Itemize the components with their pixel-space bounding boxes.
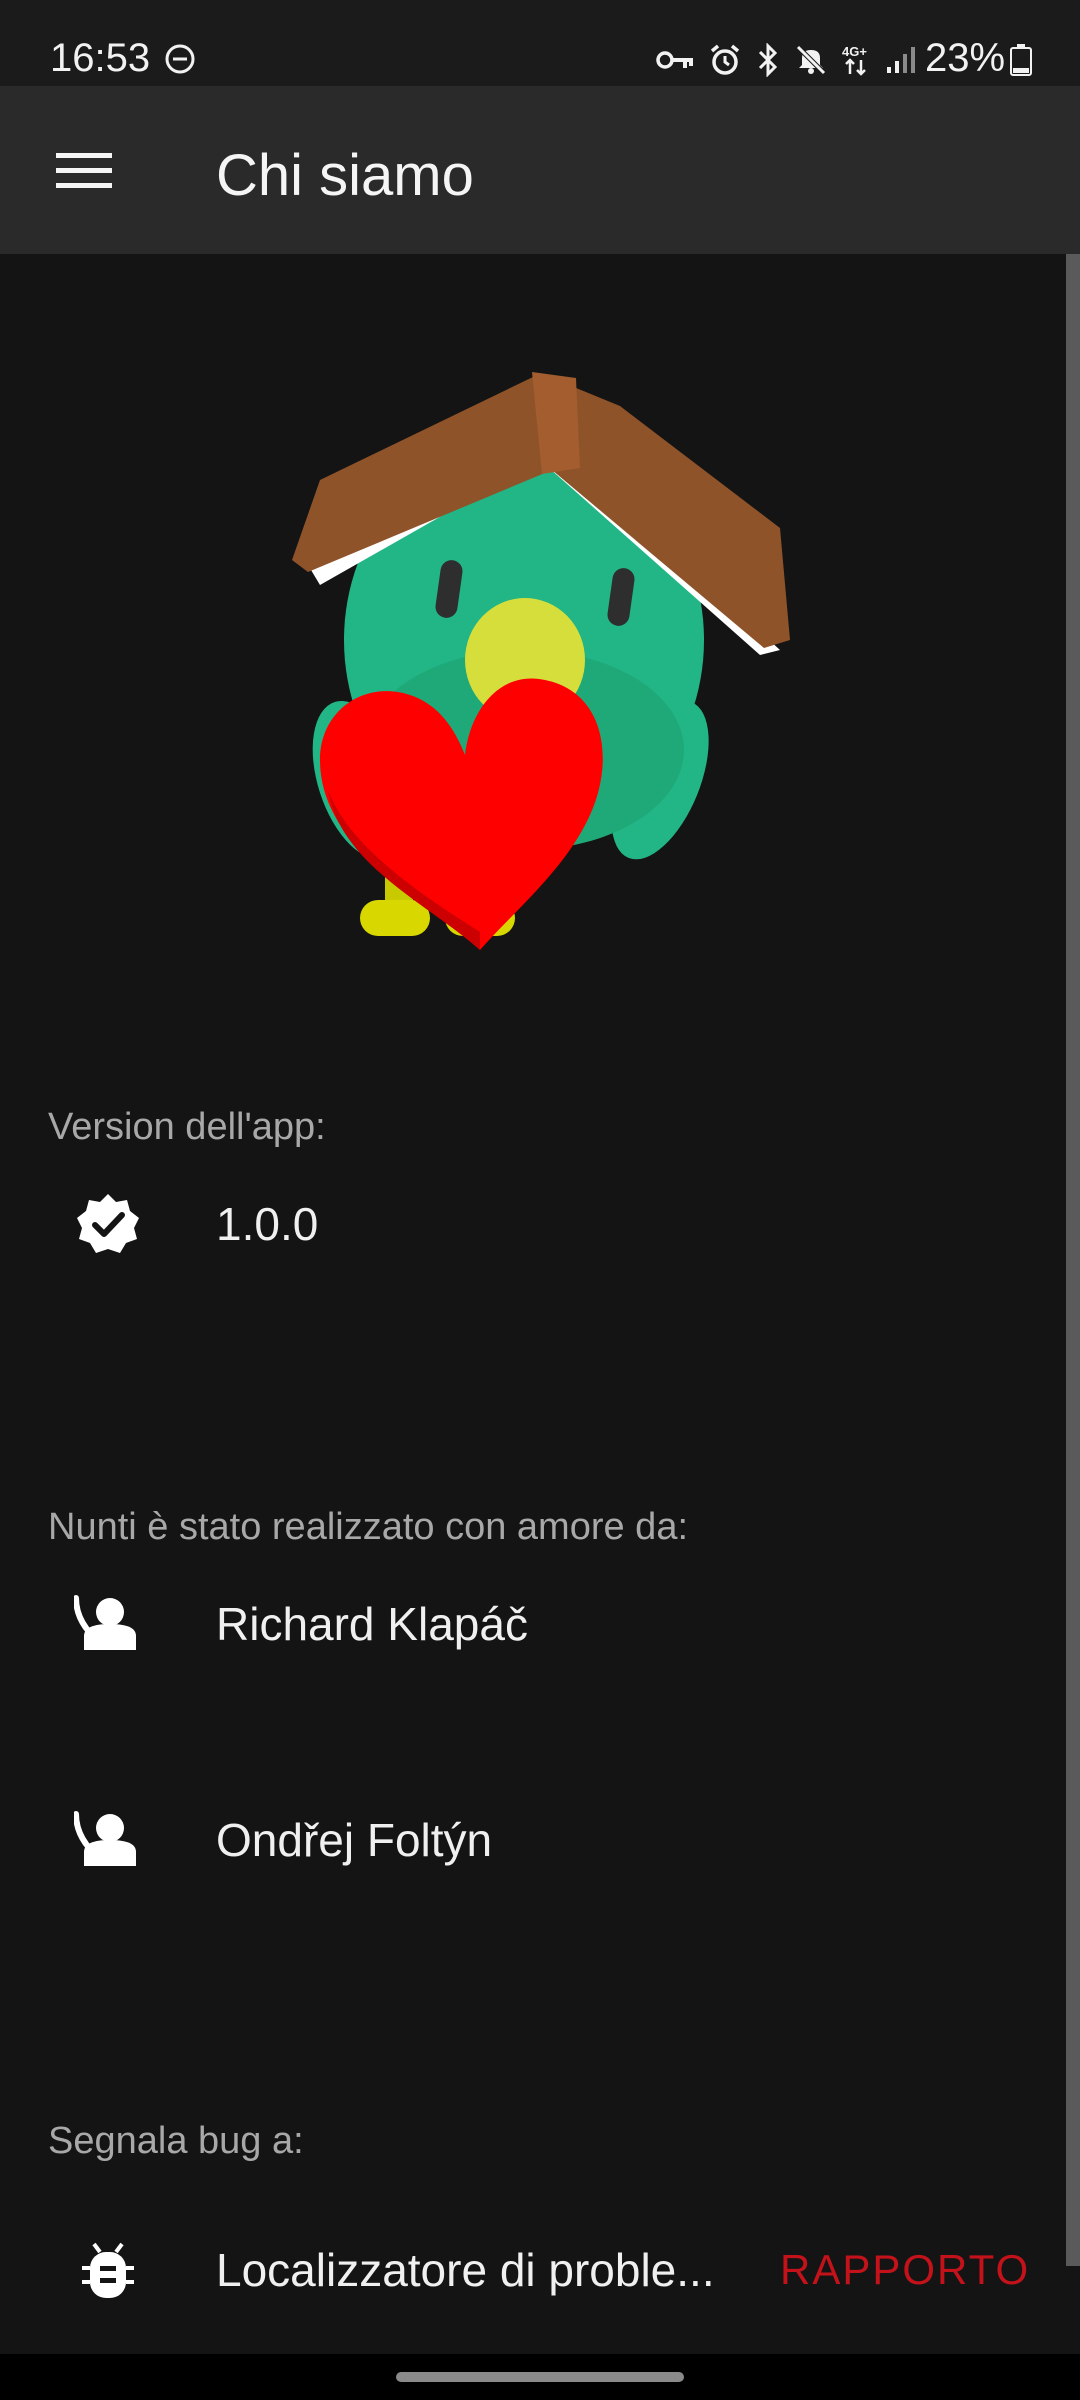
status-time: 16:53 [50, 36, 151, 80]
app-bar: Chi siamo [0, 86, 1080, 254]
4g-plus-icon: 4G+ [842, 44, 867, 76]
signal-icon [887, 47, 915, 73]
version-section-label: Version dell'app: [48, 1106, 326, 1148]
home-gesture-handle[interactable] [396, 2372, 684, 2382]
author-row-1[interactable]: Richard Klapáč [0, 1554, 1066, 1694]
navigation-gesture-bar [0, 2354, 1080, 2400]
bluetooth-icon [758, 43, 778, 77]
menu-icon [56, 153, 112, 188]
alarm-icon [710, 44, 740, 75]
status-icons: 4G+ [656, 40, 916, 80]
mute-icon [796, 45, 826, 75]
authors-section-label: Nunti è stato realizzato con amore da: [48, 1506, 689, 1548]
verified-badge-icon [72, 1188, 144, 1260]
about-content: Version dell'app: 1.0.0 Nunti è stato re… [0, 254, 1066, 2354]
status-bar: 16:53 4G+ 23% [0, 0, 1080, 86]
contact-phone-icon [72, 1588, 144, 1660]
contact-phone-icon [72, 1804, 144, 1876]
mascot-illustration [292, 372, 790, 950]
author-name: Ondřej Foltýn [216, 1814, 493, 1866]
svg-text:4G+: 4G+ [842, 44, 867, 59]
bug-icon [72, 2234, 144, 2306]
scrollbar[interactable] [1066, 254, 1080, 2266]
menu-button[interactable] [44, 136, 124, 206]
author-row-2[interactable]: Ondřej Foltýn [0, 1770, 1066, 1910]
page-title: Chi siamo [216, 143, 474, 208]
do-not-disturb-icon [165, 44, 195, 74]
report-button[interactable]: RAPPORTO [780, 2246, 1030, 2294]
battery-icon [1010, 44, 1032, 76]
battery-percentage: 23% [925, 36, 1006, 80]
version-value: 1.0.0 [216, 1198, 319, 1250]
bugs-section-label: Segnala bug a: [48, 2120, 304, 2162]
vpn-key-icon [656, 51, 693, 69]
author-name: Richard Klapáč [216, 1598, 528, 1650]
bug-tracker-row: Localizzatore di proble... RAPPORTO [0, 2200, 1066, 2340]
bug-tracker-label: Localizzatore di proble... [216, 2244, 715, 2296]
version-row: 1.0.0 [0, 1154, 1066, 1294]
